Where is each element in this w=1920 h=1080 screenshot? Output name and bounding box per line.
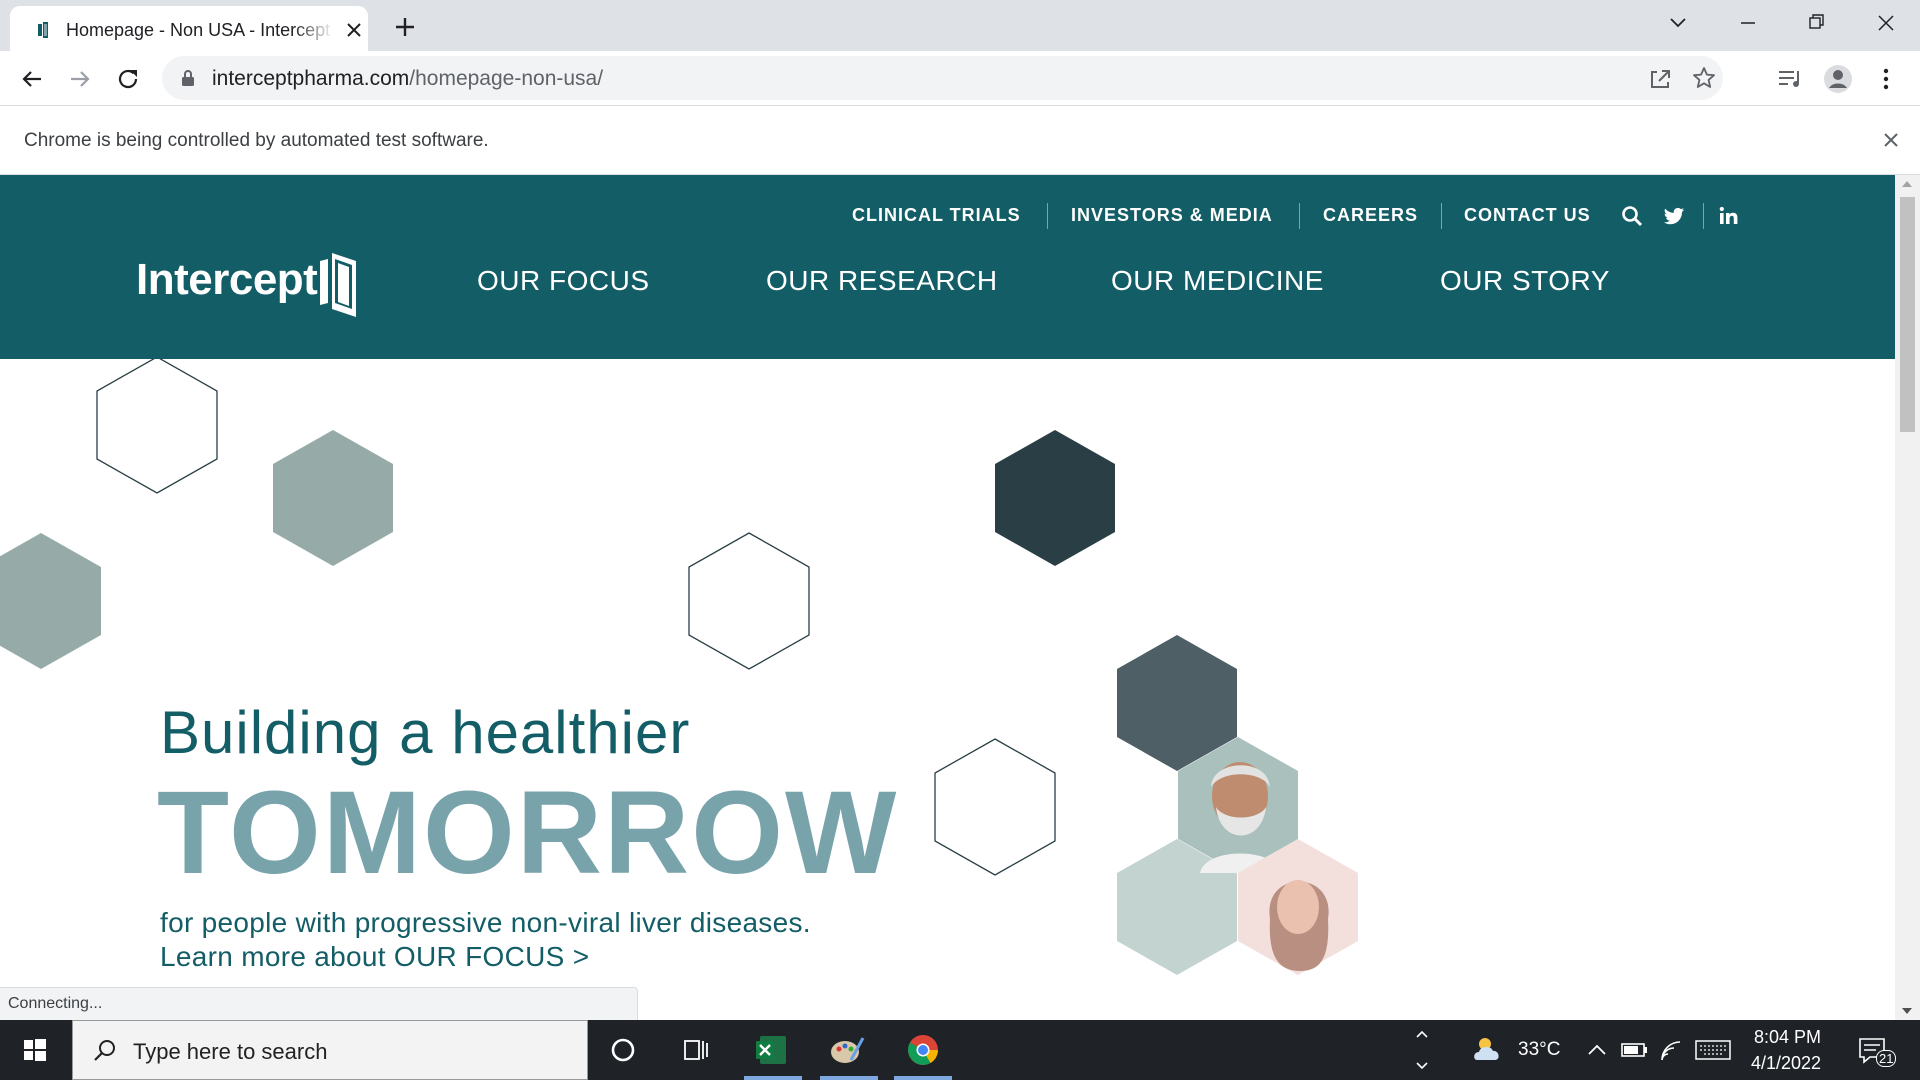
media-control-icon[interactable]: [1774, 63, 1806, 95]
chrome-taskbar-icon[interactable]: [901, 1030, 945, 1070]
cortana-icon[interactable]: [601, 1030, 645, 1070]
learn-more-our-focus-link[interactable]: Learn more about OUR FOCUS >: [160, 941, 589, 973]
reload-icon[interactable]: [112, 63, 144, 95]
excel-running-indicator: [744, 1076, 802, 1080]
taskbar-search-placeholder: Type here to search: [133, 1039, 328, 1064]
hexagon-outline: [96, 359, 218, 494]
status-bubble: Connecting...: [0, 987, 638, 1020]
site-header: CLINICAL TRIALS INVESTORS & MEDIA CAREER…: [0, 175, 1895, 359]
tab-title: Homepage - Non USA - Intercept: [66, 20, 331, 40]
share-icon[interactable]: [1647, 66, 1673, 92]
forward-arrow-icon[interactable]: [64, 63, 96, 95]
nav-divider: [1299, 203, 1300, 229]
main-nav-our-medicine[interactable]: OUR MEDICINE: [1111, 265, 1324, 297]
chrome-running-indicator: [894, 1076, 952, 1080]
browser-tab-active[interactable]: Homepage - Non USA - Intercept: [10, 6, 368, 51]
address-bar[interactable]: interceptpharma.com/homepage-non-usa/: [162, 56, 1723, 100]
search-magnifier-icon: [94, 1040, 115, 1061]
logo-wordmark: Intercept: [136, 255, 318, 304]
main-nav-our-focus[interactable]: OUR FOCUS: [477, 265, 650, 297]
keyboard-icon[interactable]: [1690, 1030, 1734, 1070]
intercept-logo[interactable]: Intercept: [136, 247, 360, 319]
main-nav-our-story[interactable]: OUR STORY: [1440, 265, 1610, 297]
hero-heading-tomorrow: TOMORROW: [157, 767, 899, 899]
portrait-woman-face: [1277, 880, 1319, 934]
notification-count-badge: 21: [1876, 1050, 1897, 1067]
paint-palette-icon[interactable]: [825, 1030, 869, 1070]
new-tab-button[interactable]: [390, 12, 420, 42]
windows-taskbar: Type here to search 33°C 8:04 PM 4/1/202…: [0, 1020, 1920, 1080]
scroll-down-arrow-icon[interactable]: [1902, 1008, 1912, 1014]
main-nav-our-research[interactable]: OUR RESEARCH: [766, 265, 998, 297]
infobar-message: Chrome is being controlled by automated …: [24, 130, 489, 151]
tray-overflow-arrows-icon[interactable]: [1400, 1030, 1444, 1070]
weather-temperature[interactable]: 33°C: [1518, 1039, 1560, 1061]
task-view-icon[interactable]: [673, 1030, 717, 1070]
nav-clinical-trials[interactable]: CLINICAL TRIALS: [852, 205, 1021, 226]
utility-nav: CLINICAL TRIALS INVESTORS & MEDIA CAREER…: [0, 203, 1895, 231]
hero-section: Building a healthier TOMORROW for people…: [0, 359, 1895, 1020]
search-icon[interactable]: [1621, 205, 1643, 227]
scroll-up-arrow-icon[interactable]: [1902, 181, 1912, 187]
excel-icon[interactable]: [750, 1030, 794, 1070]
scrollbar-thumb[interactable]: [1900, 197, 1915, 432]
nav-careers[interactable]: CAREERS: [1323, 205, 1418, 226]
hero-heading-line1: Building a healthier: [160, 699, 691, 766]
hexagon-outline: [688, 532, 810, 670]
bookmark-star-icon[interactable]: [1691, 65, 1717, 91]
nav-divider: [1703, 203, 1704, 229]
hexagon-outline: [934, 738, 1056, 876]
profile-avatar-icon[interactable]: [1822, 63, 1854, 95]
nav-contact-us[interactable]: CONTACT US: [1464, 205, 1591, 226]
paint-running-indicator: [820, 1076, 878, 1080]
close-window-button[interactable]: [1868, 8, 1904, 38]
intercept-favicon-icon: [38, 22, 48, 38]
url-text[interactable]: interceptpharma.com/homepage-non-usa/: [212, 67, 603, 91]
twitter-icon[interactable]: [1663, 205, 1685, 227]
clock-date[interactable]: 4/1/2022: [1751, 1053, 1821, 1074]
hexagon-sage: [0, 533, 101, 669]
hexagon-dark: [995, 430, 1115, 566]
nav-divider: [1047, 203, 1048, 229]
windows-start-icon[interactable]: [0, 1020, 70, 1080]
browser-toolbar: interceptpharma.com/homepage-non-usa/: [0, 51, 1920, 106]
tab-search-chevron-icon[interactable]: [1660, 8, 1696, 38]
tab-strip: Homepage - Non USA - Intercept: [0, 0, 1920, 51]
linkedin-icon[interactable]: [1718, 205, 1740, 227]
restore-button[interactable]: [1798, 8, 1834, 38]
wifi-icon[interactable]: [1650, 1030, 1694, 1070]
logo-mark-icon: [320, 253, 356, 317]
back-arrow-icon[interactable]: [16, 63, 48, 95]
hexagon-sage: [273, 430, 393, 566]
infobar-close-icon[interactable]: [1880, 129, 1902, 151]
nav-divider: [1441, 203, 1442, 229]
hero-subtext: for people with progressive non-viral li…: [160, 907, 811, 938]
chrome-menu-kebab-icon[interactable]: [1870, 63, 1902, 95]
status-text: Connecting...: [8, 995, 103, 1012]
weather-cloud-sun-icon[interactable]: [1467, 1030, 1511, 1070]
tab-close-icon[interactable]: [342, 18, 366, 42]
clock-time[interactable]: 8:04 PM: [1754, 1027, 1821, 1048]
minimize-button[interactable]: [1730, 8, 1766, 38]
taskbar-search-box[interactable]: Type here to search: [72, 1020, 588, 1080]
lock-icon[interactable]: [180, 69, 196, 87]
page-scrollbar[interactable]: [1895, 175, 1920, 1020]
automation-infobar: Chrome is being controlled by automated …: [0, 107, 1920, 175]
web-page: CLINICAL TRIALS INVESTORS & MEDIA CAREER…: [0, 175, 1895, 1020]
nav-investors-media[interactable]: INVESTORS & MEDIA: [1071, 205, 1273, 226]
